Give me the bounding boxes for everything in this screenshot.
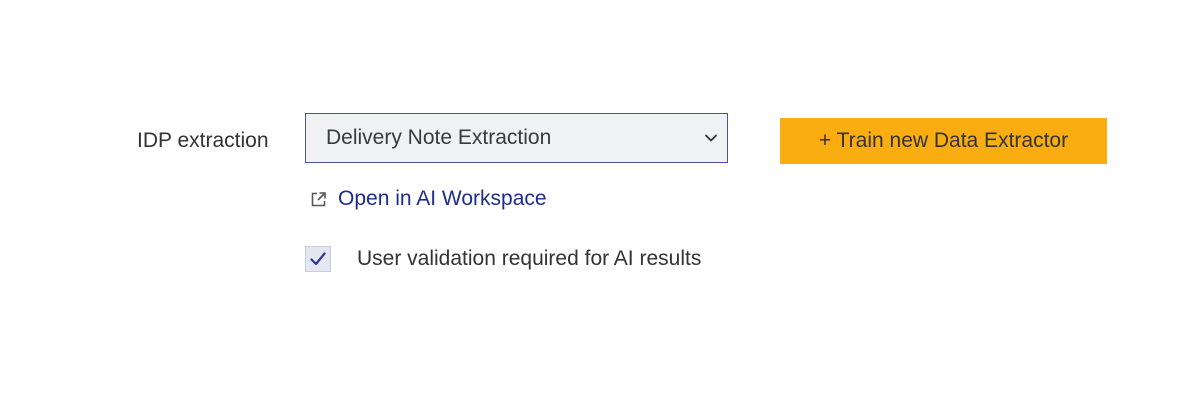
idp-extraction-selected-value: Delivery Note Extraction [326,126,552,149]
idp-extraction-select[interactable]: Delivery Note Extraction [305,113,728,163]
train-data-extractor-button[interactable]: + Train new Data Extractor [780,118,1107,164]
open-in-ai-workspace-label: Open in AI Workspace [338,187,547,210]
user-validation-checkbox[interactable] [305,246,331,272]
user-validation-row: User validation required for AI results [305,246,701,272]
external-link-icon [310,190,328,208]
user-validation-label: User validation required for AI results [357,247,702,270]
idp-extraction-label: IDP extraction [137,129,269,152]
idp-settings-panel: IDP extraction Delivery Note Extraction … [0,0,1200,400]
open-in-ai-workspace-link[interactable]: Open in AI Workspace [310,187,547,211]
checkmark-icon [310,252,326,266]
chevron-down-icon [703,130,719,146]
